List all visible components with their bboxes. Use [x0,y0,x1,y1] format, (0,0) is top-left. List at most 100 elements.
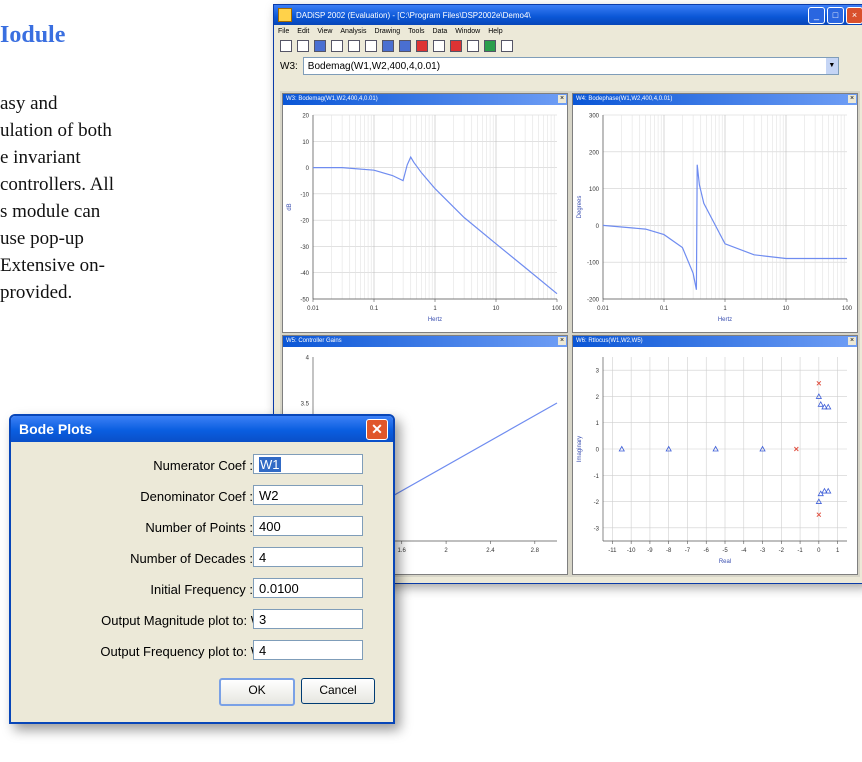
table-icon[interactable] [399,40,411,52]
number-of-decades-input[interactable]: 4 [253,547,363,567]
pole-marker [825,487,832,494]
menu-drawing[interactable]: Drawing [374,28,400,35]
window-w4[interactable]: W4: Bodephase(W1,W2,400,4,0.01) × 300 200 1… [572,93,858,333]
magnitude-output-input[interactable]: 3 [253,609,363,629]
field-label: Number of Points : [145,520,253,535]
y-tick-label: 4 [306,356,310,362]
number-of-points-input[interactable]: 400 [253,516,363,536]
app-titlebar[interactable]: DADiSP 2002 (Evaluation) - [C:\Program F… [274,5,862,25]
denominator-coef-input[interactable]: W2 [253,485,363,505]
menu-tools[interactable]: Tools [408,28,424,35]
window-icon[interactable] [484,40,496,52]
help-icon[interactable] [501,40,513,52]
chevron-down-icon[interactable]: ▼ [825,58,838,74]
y-tick-label: -200 [587,298,600,304]
chart-icon[interactable] [382,40,394,52]
dialog-close-button[interactable]: ✕ [366,419,388,440]
menu-edit[interactable]: Edit [297,28,309,35]
field-row-points: Number of Points : 400 [11,516,393,538]
paragraph-line: s module can [0,201,101,222]
field-row-numerator: Numerator Coef : W1 [11,454,393,476]
x-tick-label: 0.01 [307,306,319,312]
x-tick-label: 10 [783,306,790,312]
function-icon[interactable] [365,40,377,52]
numerator-coef-input[interactable]: W1 [253,454,363,474]
x-tick-label: 0.01 [597,306,609,312]
field-label: Number of Decades : [130,551,253,566]
menu-help[interactable]: Help [488,28,502,35]
paragraph-line: use pop-up [0,228,84,249]
y-tick-label: -50 [300,298,309,304]
x-tick-label: -10 [627,548,636,554]
y-tick-label: 2 [596,395,600,401]
initial-frequency-input[interactable]: 0.0100 [253,578,363,598]
field-label: Initial Frequency : [150,582,253,597]
ok-button[interactable]: OK [219,678,295,706]
y-tick-label: -40 [300,271,309,277]
y-tick-label: 200 [589,150,600,156]
window-w6[interactable]: W6: Rtlocus(W1,W2,W5) × 3 2 1 0 -1 -2 -3 -11 -10-… [572,335,858,575]
command-label: W3: [280,60,298,72]
print-icon[interactable] [331,40,343,52]
new-file-icon[interactable] [280,40,292,52]
print-preview-icon[interactable] [348,40,360,52]
y-tick-label: 0 [596,448,600,454]
x-tick-label: -5 [722,548,728,554]
close-icon[interactable]: × [848,95,856,103]
paragraph-line: Extensive on- [0,255,106,276]
cancel-button[interactable]: Cancel [301,678,375,704]
root-locus-plot: 3210-1-2-3-11 -10 -9 -8 -7 -6 -5 -4 -3 -2 -1 0 1Real… [577,357,847,565]
field-row-frequency-output: Output Frequency plot to: W 4 [11,640,393,662]
frequency-output-input[interactable]: 4 [253,640,363,660]
stop-icon[interactable] [450,40,462,52]
menu-data[interactable]: Data [433,28,448,35]
x-tick-label: 1 [836,548,840,554]
paragraph-line: e invariant [0,147,81,168]
close-icon[interactable]: × [558,95,566,103]
paragraph-line: asy and [0,93,58,114]
x-axis-label: Real [719,559,731,565]
zoom-icon[interactable] [433,40,445,52]
menu-file[interactable]: File [278,28,289,35]
maximize-button[interactable]: □ [827,6,844,24]
y-tick-label: -3 [594,526,600,532]
close-icon[interactable]: × [558,337,566,345]
dialog-title: Bode Plots [19,421,93,437]
window-title: W3: Bodemag(W1,W2,400,4,0.01) [286,96,378,102]
paragraph-line: ulation of both [0,120,112,141]
bode-plots-dialog: Bode Plots ✕ Numerator Coef : W1 Denomin… [9,414,395,724]
menu-analysis[interactable]: Analysis [340,28,366,35]
y-axis-label: dB [287,203,293,210]
y-tick-label: 20 [302,114,309,120]
open-folder-icon[interactable] [297,40,309,52]
minimize-button[interactable]: _ [808,6,825,24]
image-icon[interactable] [416,40,428,52]
y-tick-label: -100 [587,261,600,267]
y-tick-label: 3.5 [301,402,310,408]
properties-icon[interactable] [467,40,479,52]
y-tick-label: 100 [589,187,600,193]
bode-magnitude-plot: 20100-10-20-30-40-500.01 0.1 1 10 100HertzdB [287,114,563,324]
close-icon[interactable]: × [848,337,856,345]
field-row-denominator: Denominator Coef : W2 [11,485,393,507]
menu-bar: File Edit View Analysis Drawing Tools Da… [274,25,862,37]
window-title: W6: Rtlocus(W1,W2,W5) [576,338,643,344]
save-icon[interactable] [314,40,326,52]
x-tick-label: 1.6 [398,548,407,554]
x-tick-label: 2.8 [531,548,540,554]
x-tick-label: -11 [608,548,617,554]
menu-view[interactable]: View [317,28,332,35]
menu-window[interactable]: Window [455,28,480,35]
close-button[interactable]: × [846,6,862,24]
y-tick-label: -30 [300,245,309,251]
x-tick-label: -8 [666,548,672,554]
y-tick-label: -2 [594,500,600,506]
y-tick-label: -1 [594,474,600,480]
field-label: Output Frequency plot to: W [100,644,263,659]
paragraph-line: controllers. All [0,174,114,195]
x-tick-label: 1 [723,306,727,312]
dialog-titlebar[interactable]: Bode Plots ✕ [11,416,393,442]
x-tick-label: 1 [433,306,437,312]
window-w3[interactable]: W3: Bodemag(W1,W2,400,4,0.01) × 20 10 0 -10-… [282,93,568,333]
command-input[interactable]: Bodemag(W1,W2,400,4,0.01) ▼ [302,57,839,75]
